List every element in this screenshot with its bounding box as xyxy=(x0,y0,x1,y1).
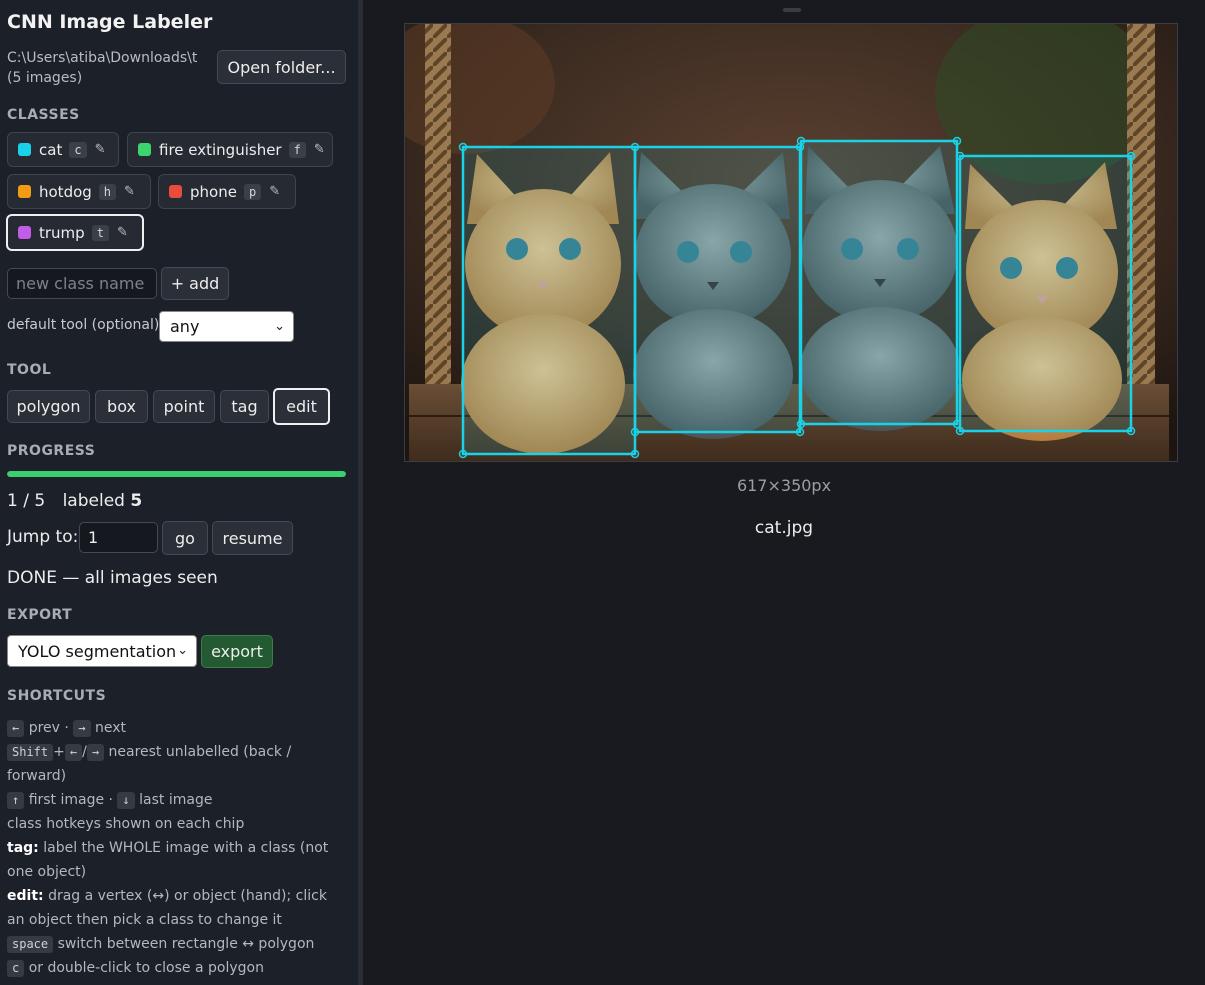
right-arrow-key: → xyxy=(73,720,91,737)
app-title: CNN Image Labeler xyxy=(7,11,213,33)
class-color-swatch xyxy=(169,185,182,198)
tool-box-button[interactable]: box xyxy=(95,390,148,423)
class-hotkey: f xyxy=(288,141,306,158)
class-chip-cat[interactable]: cat c ✎ xyxy=(7,132,119,167)
class-hotkey: t xyxy=(91,224,109,241)
annotation-box-4[interactable] xyxy=(955,151,1136,436)
shortcut-close-polygon: c or double-click to close a polygon xyxy=(7,956,347,980)
pencil-icon[interactable]: ✎ xyxy=(314,142,325,157)
class-color-swatch xyxy=(18,143,31,156)
tool-heading: TOOL xyxy=(7,362,52,378)
shortcut-space: space switch between rectangle ↔ polygon xyxy=(7,932,347,956)
right-arrow-key: → xyxy=(86,744,105,761)
shortcut-nearest: Shift + ← / → nearest unlabelled (back / for… xyxy=(7,744,292,784)
class-name: cat xyxy=(39,140,63,159)
shortcut-label: edit: xyxy=(7,888,44,904)
default-tool-select[interactable]: any ⌄ xyxy=(159,311,294,342)
pencil-icon[interactable]: ✎ xyxy=(95,142,106,157)
open-folder-button[interactable]: Open folder... xyxy=(217,50,346,84)
class-name: phone xyxy=(190,182,237,201)
shortcut-prev-next: ← prev · → next xyxy=(7,716,347,740)
shortcut-text: switch between rectangle ↔ polygon xyxy=(57,936,315,952)
pencil-icon[interactable]: ✎ xyxy=(124,184,135,199)
left-arrow-key: ← xyxy=(64,744,83,761)
class-hotkey: h xyxy=(98,183,117,200)
tool-polygon-button[interactable]: polygon xyxy=(7,390,90,423)
jump-to-label: Jump to: xyxy=(7,527,79,547)
shortcuts-list: ← prev · → next Shift + ← / → nearest unlabe… xyxy=(7,716,347,980)
shift-key: Shift xyxy=(7,744,54,761)
progress-heading: PROGRESS xyxy=(7,443,96,459)
shortcut-text: last image xyxy=(139,792,213,808)
resume-button[interactable]: resume xyxy=(212,521,293,555)
image-canvas[interactable] xyxy=(404,23,1178,462)
folder-path: C:\Users\atiba\Downloads\t (5 images) xyxy=(7,50,198,86)
tool-point-button[interactable]: point xyxy=(153,390,215,423)
image-dimensions: 617×350px xyxy=(736,476,832,495)
chevron-down-icon: ⌄ xyxy=(274,318,285,334)
shortcut-text: or double-click to close a polygon xyxy=(28,960,264,976)
class-name: fire extinguisher xyxy=(159,140,282,159)
progress-position: 1 / 5 xyxy=(7,491,46,511)
shortcut-text: prev xyxy=(28,720,60,736)
default-tool-label: default tool (optional): xyxy=(7,317,165,333)
progress-bar-fill xyxy=(7,471,346,477)
class-name: hotdog xyxy=(39,182,92,201)
image-canvas-svg[interactable] xyxy=(405,24,1178,462)
class-chip-trump[interactable]: trump t ✎ xyxy=(6,214,144,251)
shortcut-label: tag: xyxy=(7,840,39,856)
go-button[interactable]: go xyxy=(162,521,208,555)
class-color-swatch xyxy=(18,226,31,239)
default-tool-value: any xyxy=(170,317,200,336)
c-key: c xyxy=(7,960,25,977)
space-key: space xyxy=(7,936,54,953)
class-name: trump xyxy=(39,223,85,242)
progress-counter: 1 / 5 labeled 5 xyxy=(7,491,142,511)
chevron-down-icon: ⌄ xyxy=(177,642,188,658)
annotation-box-1[interactable] xyxy=(458,142,640,459)
class-color-swatch xyxy=(18,185,31,198)
export-format-select[interactable]: YOLO segmentation ⌄ xyxy=(7,635,197,667)
class-chip-phone[interactable]: phone p ✎ xyxy=(158,174,296,209)
labeled-label: labeled xyxy=(62,491,125,511)
export-heading: EXPORT xyxy=(7,607,73,623)
export-button[interactable]: export xyxy=(201,635,273,668)
image-filename: cat.jpg xyxy=(754,518,814,538)
shortcuts-heading: SHORTCUTS xyxy=(7,688,107,704)
up-arrow-key: ↑ xyxy=(7,792,25,809)
annotation-box-3[interactable] xyxy=(796,136,962,429)
class-chip-fire-extinguisher[interactable]: fire extinguisher f ✎ xyxy=(127,132,333,167)
jump-to-input[interactable]: 1 xyxy=(79,522,158,553)
shortcut-text: first image xyxy=(28,792,105,808)
classes-heading: CLASSES xyxy=(7,107,80,123)
shortcut-text: drag a vertex (↔) or object (hand); clic… xyxy=(7,888,327,928)
class-color-swatch xyxy=(138,143,151,156)
left-arrow-key: ← xyxy=(7,720,25,737)
shortcut-first-last: ↑ first image · ↓ last image xyxy=(7,788,347,812)
pencil-icon[interactable]: ✎ xyxy=(117,225,128,240)
class-hotkey: p xyxy=(243,183,262,200)
drag-handle[interactable] xyxy=(783,8,801,12)
sidebar: CNN Image Labeler C:\Users\atiba\Downloa… xyxy=(0,0,358,985)
tool-tag-button[interactable]: tag xyxy=(220,390,269,423)
annotation-box-2[interactable] xyxy=(630,142,805,437)
shortcut-text: next xyxy=(94,720,126,736)
shortcut-text: label the WHOLE image with a class (not … xyxy=(7,840,329,880)
shortcut-hotkeys-note: class hotkeys shown on each chip xyxy=(7,816,245,832)
progress-bar xyxy=(7,471,346,477)
class-hotkey: c xyxy=(69,141,87,158)
labeled-count: 5 xyxy=(130,491,143,511)
shortcut-tag: tag: label the WHOLE image with a class … xyxy=(7,836,347,884)
class-chip-hotdog[interactable]: hotdog h ✎ xyxy=(7,174,151,209)
tool-edit-button[interactable]: edit xyxy=(273,388,330,425)
down-arrow-key: ↓ xyxy=(117,792,135,809)
add-class-button[interactable]: + add xyxy=(161,267,229,300)
export-format-value: YOLO segmentation xyxy=(18,641,177,661)
shortcut-edit: edit: drag a vertex (↔) or object (hand)… xyxy=(7,884,347,932)
pencil-icon[interactable]: ✎ xyxy=(269,184,280,199)
progress-status: DONE — all images seen xyxy=(7,568,218,588)
new-class-input[interactable]: new class name xyxy=(7,268,157,299)
